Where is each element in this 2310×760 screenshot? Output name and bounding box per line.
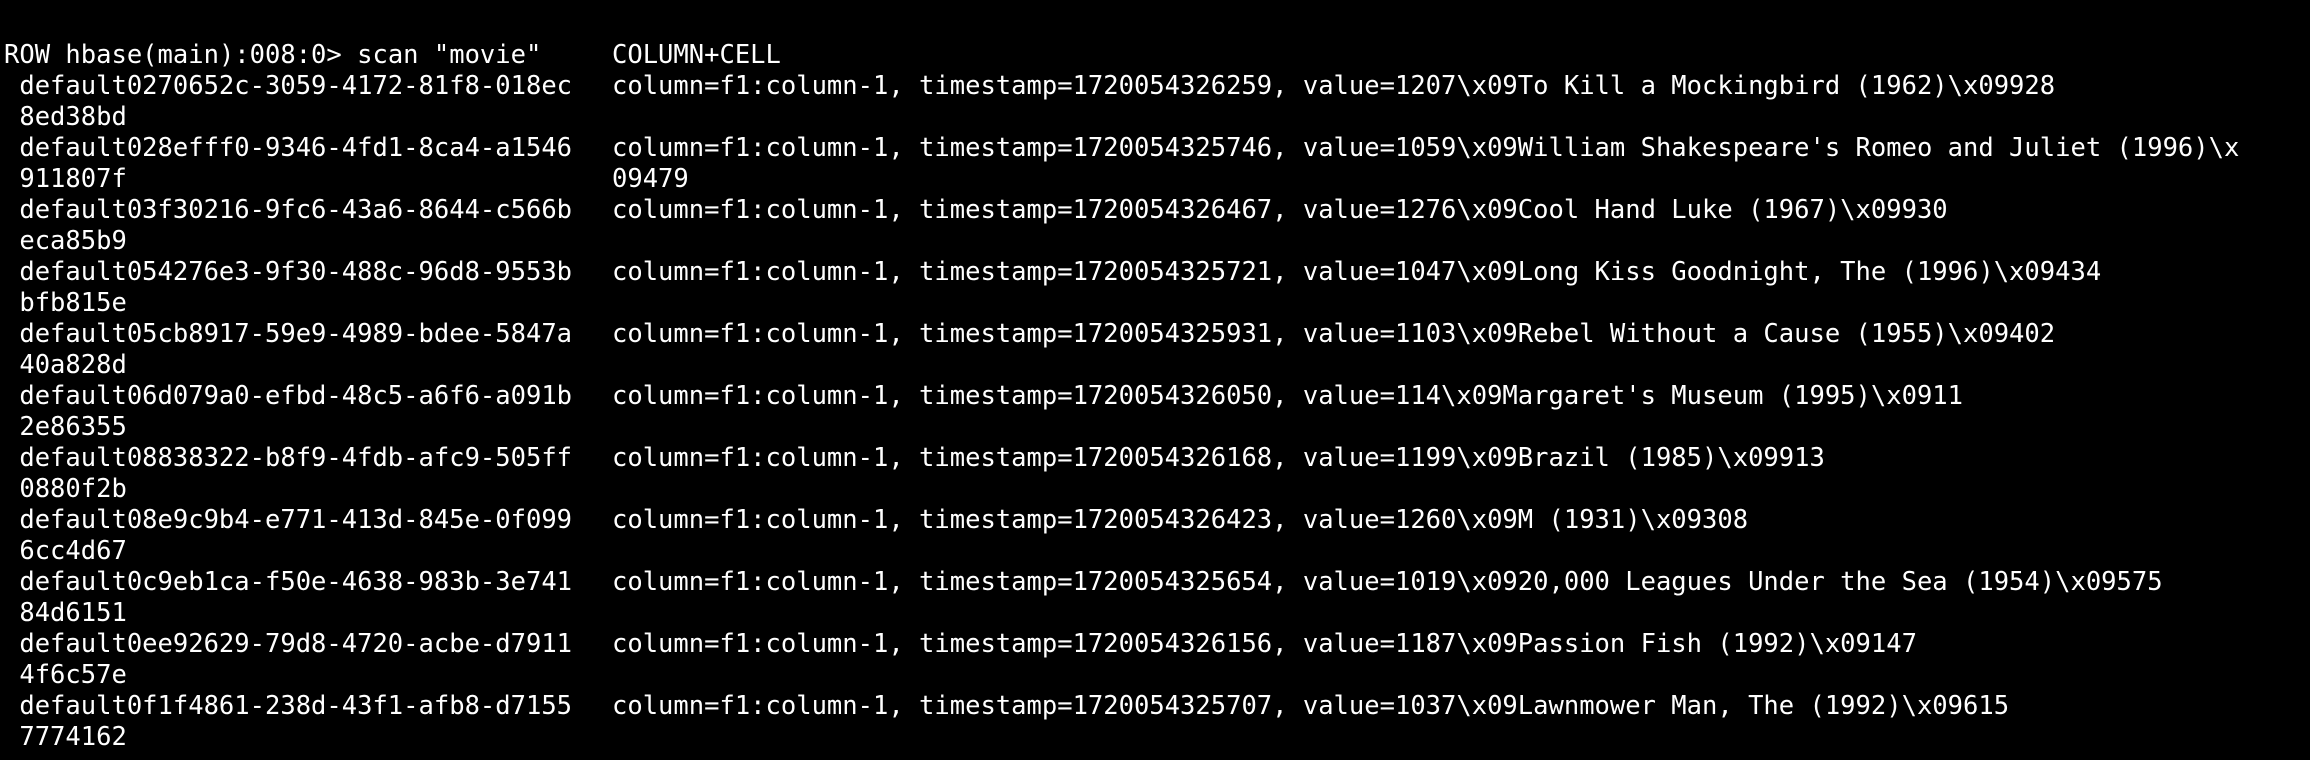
row-key-text: default0c9eb1ca-f50e-4638-983b-3e741 [4, 567, 573, 597]
row-key-text: 7774162 [4, 722, 127, 752]
row-key-text: default08838322-b8f9-4fdb-afc9-505ff [4, 443, 573, 473]
scan-result-line: 4f6c57e [4, 660, 2310, 691]
row-key-text: bfb815e [4, 288, 127, 318]
column-cell-header: COLUMN+CELL [612, 40, 781, 70]
row-key-text: eca85b9 [4, 226, 127, 256]
terminal-window[interactable]: hbase(main):008:0> scan "movie" ROW COLU… [0, 0, 2310, 760]
scan-header-line: ROW COLUMN+CELL [4, 40, 2310, 71]
scan-result-line: 2e86355 [4, 412, 2310, 443]
row-key-text: default08e9c9b4-e771-413d-845e-0f099 [4, 505, 573, 535]
scan-result-line: 40a828d [4, 350, 2310, 381]
scan-result-line: default0f1f4861-238d-43f1-afb8-d7155 colu… [4, 691, 2310, 722]
scan-result-line: 911807f 09479 [4, 164, 2310, 195]
scan-result-line: 8ed38bd [4, 102, 2310, 133]
scan-result-line: default08e9c9b4-e771-413d-845e-0f099 colu… [4, 505, 2310, 536]
row-key-text: default054276e3-9f30-488c-96d8-9553b [4, 257, 573, 287]
row-key-text: 4f6c57e [4, 660, 127, 690]
scan-result-line: default08838322-b8f9-4fdb-afc9-505ff colu… [4, 443, 2310, 474]
row-key-text: default03f30216-9fc6-43a6-8644-c566b [4, 195, 573, 225]
row-key-text: 6cc4d67 [4, 536, 127, 566]
row-key-text: default0270652c-3059-4172-81f8-018ec [4, 71, 573, 101]
scan-result-line: 7774162 [4, 722, 2310, 753]
row-key-text: 2e86355 [4, 412, 127, 442]
row-key-text: default05cb8917-59e9-4989-bdee-5847a [4, 319, 573, 349]
row-key-text: default028efff0-9346-4fd1-8ca4-a1546 [4, 133, 573, 163]
row-key-text: default0f1f4861-238d-43f1-afb8-d7155 [4, 691, 573, 721]
column-cell-text: column=f1:column-1, timestamp=1720054326… [612, 505, 1749, 535]
column-cell-text: column=f1:column-1, timestamp=1720054326… [612, 381, 1964, 411]
row-key-text: 40a828d [4, 350, 127, 380]
column-cell-text: column=f1:column-1, timestamp=1720054326… [612, 629, 1917, 659]
scan-result-line: eca85b9 [4, 226, 2310, 257]
scan-result-line: default03f30216-9fc6-43a6-8644-c566b colu… [4, 195, 2310, 226]
scan-result-line: 6cc4d67 [4, 536, 2310, 567]
row-key-text: 84d6151 [4, 598, 127, 628]
row-key-text: default0ee92629-79d8-4720-acbe-d7911 [4, 629, 573, 659]
scan-result-line: 0880f2b [4, 474, 2310, 505]
column-cell-text: column=f1:column-1, timestamp=1720054326… [612, 195, 1948, 225]
column-cell-text: column=f1:column-1, timestamp=1720054326… [612, 71, 2056, 101]
scan-results: default0270652c-3059-4172-81f8-018ec colu… [4, 71, 2310, 753]
scan-result-line: default0c9eb1ca-f50e-4638-983b-3e741 colu… [4, 567, 2310, 598]
column-cell-text: column=f1:column-1, timestamp=1720054326… [612, 443, 1825, 473]
scan-result-line: 84d6151 [4, 598, 2310, 629]
column-cell-text: 09479 [612, 164, 689, 194]
row-column-header: ROW [4, 40, 51, 70]
row-key-text: 911807f [4, 164, 127, 194]
scan-result-line: default0270652c-3059-4172-81f8-018ec colu… [4, 71, 2310, 102]
column-cell-text: column=f1:column-1, timestamp=1720054325… [612, 133, 2240, 163]
column-cell-text: column=f1:column-1, timestamp=1720054325… [612, 691, 2010, 721]
column-cell-text: column=f1:column-1, timestamp=1720054325… [612, 319, 2056, 349]
scan-result-line: default05cb8917-59e9-4989-bdee-5847a colu… [4, 319, 2310, 350]
row-key-text: default06d079a0-efbd-48c5-a6f6-a091b [4, 381, 573, 411]
scan-result-line: default054276e3-9f30-488c-96d8-9553b colu… [4, 257, 2310, 288]
command-prompt-line: hbase(main):008:0> scan "movie" [4, 9, 2310, 70]
scan-result-line: default06d079a0-efbd-48c5-a6f6-a091b colu… [4, 381, 2310, 412]
scan-result-line: default0ee92629-79d8-4720-acbe-d7911 colu… [4, 629, 2310, 660]
scan-result-line: default028efff0-9346-4fd1-8ca4-a1546 colu… [4, 133, 2310, 164]
scan-result-line: bfb815e [4, 288, 2310, 319]
column-cell-text: column=f1:column-1, timestamp=1720054325… [612, 257, 2102, 287]
column-cell-text: column=f1:column-1, timestamp=1720054325… [612, 567, 2163, 597]
row-key-text: 0880f2b [4, 474, 127, 504]
row-key-text: 8ed38bd [4, 102, 127, 132]
